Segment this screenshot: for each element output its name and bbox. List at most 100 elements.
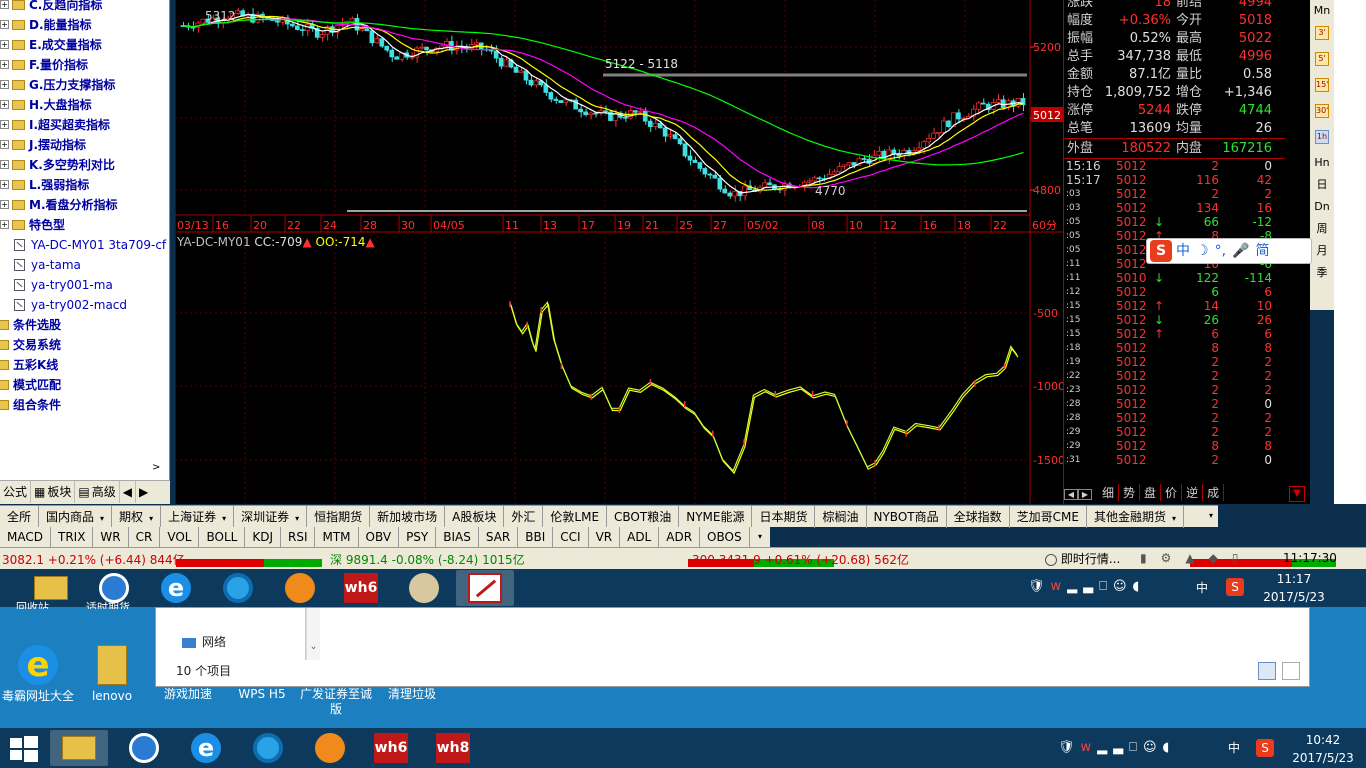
status-tool-icons[interactable]: ▮⚙▲◆▯: [1140, 551, 1252, 565]
tree-item[interactable]: ya-try002-macd: [0, 295, 127, 315]
market-tab[interactable]: 其他金融期货 ▾: [1087, 506, 1184, 528]
period-button[interactable]: Mn: [1310, 0, 1334, 22]
market-tab[interactable]: 深圳证券 ▾: [234, 506, 308, 528]
tb2-browser-icon[interactable]: [238, 730, 296, 766]
market-tab[interactable]: 伦敦LME: [543, 506, 608, 528]
tree-item[interactable]: + D.能量指标: [0, 15, 92, 35]
expand-icon[interactable]: +: [0, 80, 9, 89]
expand-icon[interactable]: +: [0, 120, 9, 129]
desktop-icon-lenovo[interactable]: lenovo: [74, 645, 150, 704]
tb1-browser-icon[interactable]: [208, 570, 266, 606]
ime-toolbar[interactable]: S 中 ☽ °, 🎤 简: [1146, 238, 1312, 264]
tree-item[interactable]: + M.看盘分析指标: [0, 195, 118, 215]
expand-icon[interactable]: +: [0, 20, 9, 29]
desktop-icon-game[interactable]: 游戏加速: [150, 687, 226, 702]
tree-item[interactable]: 五彩K线: [0, 355, 58, 375]
period-button[interactable]: Dn: [1310, 196, 1334, 218]
quote-tab[interactable]: 细: [1098, 484, 1120, 501]
market-tab[interactable]: 全球指数: [947, 506, 1010, 528]
market-tab[interactable]: 恒指期货: [307, 506, 371, 528]
tree-item[interactable]: + L.强弱指标: [0, 175, 89, 195]
tree-item[interactable]: 条件选股: [0, 315, 61, 335]
desktop-icon-duba[interactable]: e 毒霸网址大全: [0, 645, 76, 704]
expand-icon[interactable]: +: [0, 40, 9, 49]
explorer-nav-scrollbar[interactable]: ⌄: [306, 608, 320, 660]
desktop-icon-clean[interactable]: 清理垃圾: [374, 687, 450, 702]
indicator-tab[interactable]: BOLL: [199, 527, 246, 547]
expand-icon[interactable]: +: [0, 100, 9, 109]
tree-item[interactable]: + I.超买超卖指标: [0, 115, 110, 135]
market-tab[interactable]: 棕榈油: [815, 506, 867, 528]
market-tab[interactable]: NYME能源: [679, 506, 753, 528]
period-button[interactable]: 5': [1310, 52, 1334, 74]
news-ticker[interactable]: 即时行情...: [1045, 550, 1120, 567]
tree-tab-block[interactable]: ▦ 板块: [31, 481, 76, 503]
market-tab[interactable]: 期权 ▾: [112, 506, 162, 528]
tb2-explorer-icon[interactable]: [50, 730, 108, 766]
period-button[interactable]: Hn: [1310, 152, 1334, 174]
period-button[interactable]: 1h: [1310, 130, 1334, 152]
quote-tabs-next-icon[interactable]: ▶: [1078, 489, 1092, 500]
tree-item[interactable]: + E.成交量指标: [0, 35, 102, 55]
tree-tab-next[interactable]: ▶: [136, 481, 151, 503]
tree-item[interactable]: 交易系统: [0, 335, 61, 355]
expand-icon[interactable]: +: [0, 180, 9, 189]
tb2-ime-indicator[interactable]: 中: [1228, 739, 1240, 757]
indicator-tab[interactable]: VR: [589, 527, 621, 547]
market-tab[interactable]: 全所: [0, 506, 40, 528]
tree-item[interactable]: + F.量价指标: [0, 55, 88, 75]
tb1-sogou-tray-icon[interactable]: S: [1226, 578, 1244, 596]
tb1-clock[interactable]: 11:17 2017/5/23: [1256, 570, 1332, 606]
tb2-wh6-icon[interactable]: wh6: [362, 730, 420, 766]
tree-item[interactable]: + 特色型: [0, 215, 65, 235]
tree-item[interactable]: + C.反趋向指标: [0, 0, 102, 15]
tb2-wh8-icon[interactable]: wh8: [424, 730, 482, 766]
ime-moon-icon[interactable]: ☽: [1196, 243, 1209, 259]
tree-item[interactable]: + H.大盘指标: [0, 95, 92, 115]
indicator-tab[interactable]: ADR: [659, 527, 701, 547]
tb2-sogou-tray-icon[interactable]: S: [1256, 739, 1274, 757]
ime-chinese-toggle[interactable]: 中: [1176, 243, 1190, 259]
market-tab[interactable]: 芝加哥CME: [1010, 506, 1087, 528]
ime-simplified[interactable]: 简: [1255, 243, 1269, 259]
tb2-clock[interactable]: 10:42 2017/5/23: [1284, 731, 1362, 767]
indicator-tab[interactable]: PSY: [399, 527, 437, 547]
indicator-tab[interactable]: BIAS: [436, 527, 479, 547]
quote-tab[interactable]: 盘: [1140, 484, 1162, 501]
expand-icon[interactable]: +: [0, 200, 9, 209]
indicator-tabs-more-icon[interactable]: ▾: [758, 532, 762, 541]
tb1-tray-icons[interactable]: 🛡w▂▃⎕☺◖: [1028, 579, 1145, 594]
indicator-tab[interactable]: SAR: [479, 527, 519, 547]
market-tab[interactable]: NYBOT商品: [867, 506, 947, 528]
tree-item[interactable]: ya-tama: [0, 255, 81, 275]
indicator-tab[interactable]: MACD: [0, 527, 51, 547]
market-tab[interactable]: 上海证券 ▾: [161, 506, 235, 528]
tree-tab-formula[interactable]: 公式: [0, 481, 32, 503]
indicator-tab[interactable]: TRIX: [51, 527, 94, 547]
tree-item[interactable]: 模式匹配: [0, 375, 61, 395]
market-tab[interactable]: CBOT粮油: [607, 506, 680, 528]
indicator-tab[interactable]: BBI: [518, 527, 554, 547]
expand-icon[interactable]: +: [0, 140, 9, 149]
period-button[interactable]: 季: [1310, 262, 1334, 284]
tree-scroll-right-icon[interactable]: >: [152, 462, 160, 473]
desktop-icon-gf[interactable]: 广发证券至诚版: [298, 687, 374, 717]
tree-item[interactable]: + G.压力支撑指标: [0, 75, 115, 95]
tree-item[interactable]: + J.摆动指标: [0, 135, 86, 155]
market-tabs-dropdown-icon[interactable]: ▾: [1209, 511, 1219, 521]
tb2-sogou-icon[interactable]: [114, 730, 172, 766]
indicator-tab[interactable]: OBV: [359, 527, 400, 547]
tree-tab-advanced[interactable]: ▤ 高级: [75, 481, 120, 503]
desktop-icon-wps[interactable]: WPS H5: [224, 687, 300, 702]
tb1-active-app-icon[interactable]: [456, 570, 514, 606]
tree-item[interactable]: YA-DC-MY01 3ta709-cf: [0, 235, 166, 255]
indicator-tab[interactable]: CCI: [553, 527, 589, 547]
tiles-view-icon[interactable]: [1282, 662, 1300, 680]
period-button[interactable]: 周: [1310, 218, 1334, 240]
ime-mic-icon[interactable]: 🎤: [1232, 243, 1249, 259]
indicator-tab[interactable]: OBOS: [700, 527, 750, 547]
indicator-tab[interactable]: VOL: [160, 527, 200, 547]
tb2-tray-icons[interactable]: 🛡w▂▃⎕☺◖: [1058, 740, 1175, 755]
indicator-tab[interactable]: RSI: [281, 527, 316, 547]
tb2-ie-icon[interactable]: e: [176, 730, 234, 766]
